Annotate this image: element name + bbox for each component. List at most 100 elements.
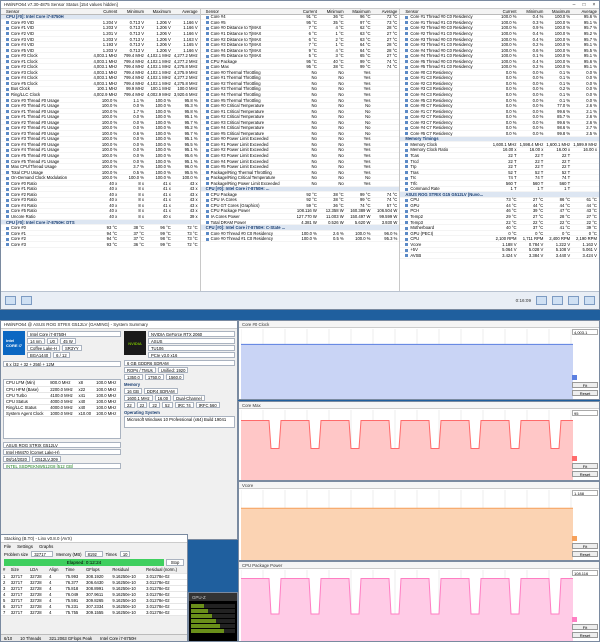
sensor-value: No xyxy=(311,164,317,170)
sensor-column-1[interactable]: Sensor Current Minimum Maximum Average CPU [#… xyxy=(1,9,201,291)
maximize-icon[interactable]: □ xyxy=(579,2,589,8)
sensor-label: Core #4 xyxy=(201,14,292,19)
graph-title[interactable]: Core Max xyxy=(239,402,599,409)
sensor-label: Core #2 Thread #1 Usage xyxy=(1,125,92,130)
stop-button[interactable]: Stop xyxy=(166,559,184,566)
sensor-grid: Sensor Current Minimum Maximum Average CPU [#… xyxy=(1,9,599,291)
sensor-value: 100.0 % xyxy=(155,164,171,170)
sensor-icon xyxy=(6,232,9,236)
settings-icon[interactable] xyxy=(568,296,579,305)
sensor-value: No xyxy=(338,153,344,158)
sensor-value: 0.0 % xyxy=(133,158,144,164)
fit-button[interactable]: Fit xyxy=(572,382,598,388)
sensor-value: 22 °C xyxy=(532,219,544,225)
menu-settings[interactable]: Settings xyxy=(17,544,33,549)
column-header[interactable]: Sensor xyxy=(1,9,92,14)
graph-color-swatch[interactable] xyxy=(572,617,577,622)
reset-button[interactable]: Reset xyxy=(572,551,598,557)
fit-button[interactable]: Fit xyxy=(572,624,598,630)
minimize-icon[interactable]: – xyxy=(569,2,579,8)
column-header[interactable]: Average xyxy=(173,9,200,14)
sensor-label: Core #4 Thread #1 Usage xyxy=(1,147,92,152)
sensor-label: Core #2 C3 Residency xyxy=(400,81,491,86)
sensor-icon xyxy=(205,43,209,47)
sensor-row[interactable]: Core #3 93 °C 36 °C 99 °C 72 °C xyxy=(1,242,200,248)
sensor-value: 100.0 % xyxy=(554,53,571,59)
column-header[interactable]: Current xyxy=(492,9,519,14)
nav-right-icon[interactable] xyxy=(21,296,32,305)
sensor-value: 100.0 % xyxy=(554,42,571,48)
sensor-icon xyxy=(405,43,409,47)
column-header[interactable]: Sensor xyxy=(400,9,491,14)
column-header[interactable]: Minimum xyxy=(519,9,546,14)
problem-size-input[interactable]: 32717 xyxy=(31,551,54,557)
sensor-value: 1.204 V xyxy=(102,19,118,25)
graph-color-swatch[interactable] xyxy=(572,536,577,541)
column-header[interactable]: Minimum xyxy=(319,9,346,14)
summary-titlebar[interactable]: HWiNFO64 @ ASUS ROG STRIX G512LV (GAMING… xyxy=(1,321,237,329)
hwinfo-titlebar[interactable]: HWiNFO64 v7.30-4875 Sensor Status [154 v… xyxy=(1,1,599,9)
linx-titlebar[interactable]: Stacking (B.T0) - Linx v0.8.0 (AVX) xyxy=(1,535,187,543)
graph-color-swatch[interactable] xyxy=(572,456,577,461)
graph-title[interactable]: Core #0 Clock xyxy=(239,321,599,328)
sensor-value: 96.0 % xyxy=(384,230,398,236)
save-report-icon[interactable] xyxy=(552,296,563,305)
sensor-value: 37 °C xyxy=(532,225,544,231)
sensor-value: 100.0 % xyxy=(101,164,118,170)
sensor-value: 1.206 V xyxy=(156,42,171,48)
results-row[interactable]: 7 32717 32728 4 75.755 309.1555 9.16250e-10 3.0… xyxy=(1,609,187,616)
column-header[interactable]: Current xyxy=(292,9,319,14)
sensor-column-2[interactable]: Sensor Current Minimum Maximum Average Core #… xyxy=(200,9,401,291)
graph-title[interactable]: Vcore xyxy=(239,482,599,489)
reset-button[interactable]: Reset xyxy=(572,632,598,638)
sensor-value: 43 x xyxy=(189,202,198,208)
menu-graphs[interactable]: Graphs xyxy=(39,544,53,549)
menu-file[interactable]: File xyxy=(4,544,11,549)
sensor-row[interactable]: AVSB 3.424 V 3.384 V 3.440 V 3.424 V xyxy=(400,253,599,259)
column-header[interactable]: Sensor xyxy=(201,9,292,14)
graph-title[interactable]: CPU Package Power xyxy=(239,562,599,569)
results-cell: 7 xyxy=(1,609,9,616)
sensor-icon xyxy=(205,126,209,130)
sensor-value: 27 °C xyxy=(386,53,398,59)
close-sensors-icon[interactable] xyxy=(584,296,595,305)
sensor-icon xyxy=(405,87,409,91)
fit-button[interactable]: Fit xyxy=(572,543,598,549)
sensor-value: 799.4 MHz xyxy=(123,58,144,64)
column-header[interactable]: Average xyxy=(372,9,399,14)
sensor-row[interactable]: Core #0 Thread #1 C0 Residency 100.0 % 0.5… xyxy=(200,236,400,242)
sensor-value: 27 °C xyxy=(386,30,398,36)
sensor-icon xyxy=(405,187,409,191)
nav-left-icon[interactable] xyxy=(5,296,16,305)
column-header[interactable]: Average xyxy=(572,9,599,14)
sensor-value: 8 x xyxy=(138,197,144,203)
nvidia-logo: NVIDIA xyxy=(124,331,146,355)
column-header[interactable]: Maximum xyxy=(545,9,572,14)
column-header[interactable]: Maximum xyxy=(146,9,173,14)
graph-color-swatch[interactable] xyxy=(572,375,577,380)
sensor-value: 28 °C xyxy=(386,25,398,31)
sensor-value: 4,102.1 MHz xyxy=(147,75,171,81)
sensor-label: Temp3 xyxy=(400,220,491,225)
sensor-icon xyxy=(6,182,9,186)
column-header[interactable]: Minimum xyxy=(119,9,146,14)
gpuz-titlebar[interactable]: GPU-Z xyxy=(189,593,237,601)
reset-clock-icon[interactable] xyxy=(536,296,547,305)
graph-side-panel: 108.116 Fit Reset xyxy=(572,570,598,639)
sensor-value: 95.1 % xyxy=(184,136,198,142)
sensor-value: No xyxy=(311,169,317,175)
sensor-icon xyxy=(205,237,209,241)
op-point-cell: x10.00 xyxy=(76,410,95,417)
sensor-column-3[interactable]: Sensor Current Minimum Maximum Average Core #… xyxy=(400,9,599,291)
close-icon[interactable]: × xyxy=(589,2,599,8)
reset-button[interactable]: Reset xyxy=(572,471,598,477)
reset-button[interactable]: Reset xyxy=(572,390,598,396)
fit-button[interactable]: Fit xyxy=(572,463,598,469)
sensor-icon xyxy=(405,220,409,224)
column-header[interactable]: Maximum xyxy=(346,9,373,14)
sensor-value: 73 °C xyxy=(386,19,398,25)
sensor-value: 63 °C xyxy=(359,36,371,42)
times-input[interactable]: 10 xyxy=(119,551,130,557)
column-header[interactable]: Current xyxy=(92,9,119,14)
memory-input[interactable]: 8192 xyxy=(84,551,103,557)
